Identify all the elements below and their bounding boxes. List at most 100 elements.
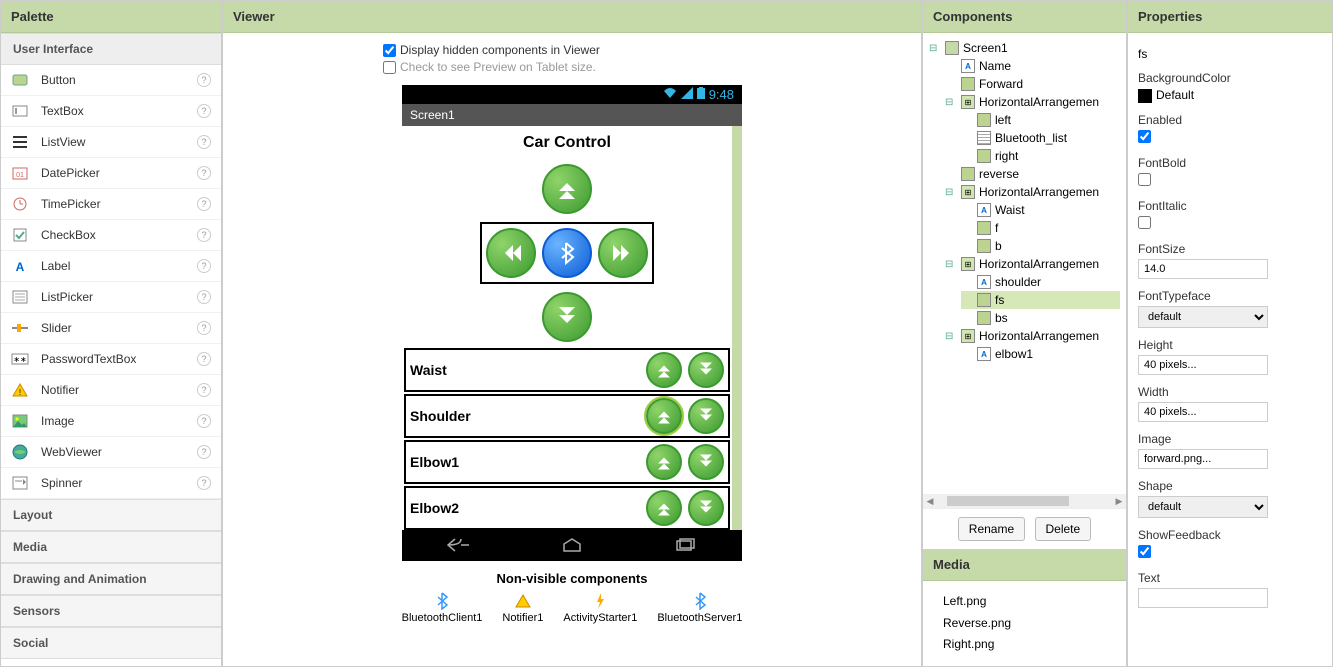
palette-item-webviewer[interactable]: WebViewer? — [1, 437, 221, 468]
palette-item-button[interactable]: Button? — [1, 65, 221, 96]
tree-b[interactable]: b — [961, 237, 1120, 255]
tree-fs[interactable]: fs — [961, 291, 1120, 309]
palette-item-datepicker[interactable]: 01DatePicker? — [1, 158, 221, 189]
palette-item-timepicker[interactable]: TimePicker? — [1, 189, 221, 220]
help-icon[interactable]: ? — [197, 228, 211, 242]
palette-title: Palette — [1, 1, 221, 33]
tree-ha2[interactable]: ⊟⊞HorizontalArrangemen — [945, 183, 1120, 201]
tree-reverse[interactable]: reverse — [945, 165, 1120, 183]
tree-ha1[interactable]: ⊟⊞HorizontalArrangemen — [945, 93, 1120, 111]
prop-width[interactable] — [1138, 402, 1268, 422]
tree-left[interactable]: left — [961, 111, 1120, 129]
tablet-preview-checkbox-row[interactable]: Check to see Preview on Tablet size. — [383, 60, 600, 74]
help-icon[interactable]: ? — [197, 197, 211, 211]
prop-fonttypeface[interactable]: default — [1138, 306, 1268, 328]
tree-elbow1[interactable]: Aelbow1 — [961, 345, 1120, 363]
palette-item-image[interactable]: Image? — [1, 406, 221, 437]
display-hidden-checkbox[interactable] — [383, 44, 396, 57]
tree-f[interactable]: f — [961, 219, 1120, 237]
palette-item-notifier[interactable]: !Notifier? — [1, 375, 221, 406]
help-icon[interactable]: ? — [197, 476, 211, 490]
nonvis-bluetoothserver1[interactable]: BluetoothServer1 — [657, 592, 742, 624]
palette-section-social[interactable]: Social — [1, 627, 221, 659]
nav-recent-icon[interactable] — [673, 538, 697, 555]
joint-up-button[interactable] — [646, 352, 682, 388]
joint-label: Shoulder — [410, 408, 646, 424]
components-hscroll[interactable]: ◀▶ — [923, 494, 1126, 508]
left-button[interactable] — [486, 228, 536, 278]
palette-section-layout[interactable]: Layout — [1, 499, 221, 531]
prop-backgroundcolor[interactable]: Default — [1138, 88, 1322, 103]
palette-item-listpicker[interactable]: ListPicker? — [1, 282, 221, 313]
nonvis-bluetoothclient1[interactable]: BluetoothClient1 — [402, 592, 483, 624]
palette-item-spinner[interactable]: Spinner? — [1, 468, 221, 499]
help-icon[interactable]: ? — [197, 166, 211, 180]
prop-enabled[interactable] — [1138, 130, 1151, 143]
tree-waist[interactable]: AWaist — [961, 201, 1120, 219]
palette-item-checkbox[interactable]: CheckBox? — [1, 220, 221, 251]
delete-button[interactable]: Delete — [1035, 517, 1092, 541]
palette-section-ui[interactable]: User Interface — [1, 33, 221, 65]
tree-shoulder[interactable]: Ashoulder — [961, 273, 1120, 291]
help-icon[interactable]: ? — [197, 445, 211, 459]
joint-down-button[interactable] — [688, 490, 724, 526]
tree-btlist[interactable]: Bluetooth_list — [961, 129, 1120, 147]
palette-item-listview[interactable]: ListView? — [1, 127, 221, 158]
nav-home-icon[interactable] — [560, 538, 584, 555]
right-button[interactable] — [598, 228, 648, 278]
svg-text:∗∗: ∗∗ — [13, 355, 26, 364]
tree-name[interactable]: AName — [945, 57, 1120, 75]
joint-up-button[interactable] — [646, 490, 682, 526]
tree-forward[interactable]: Forward — [945, 75, 1120, 93]
prop-text[interactable] — [1138, 588, 1268, 608]
help-icon[interactable]: ? — [197, 73, 211, 87]
tree-right[interactable]: right — [961, 147, 1120, 165]
joint-down-button[interactable] — [688, 444, 724, 480]
media-file[interactable]: Reverse.png — [943, 613, 1106, 635]
prop-height[interactable] — [1138, 355, 1268, 375]
nonvis-activitystarter1[interactable]: ActivityStarter1 — [563, 592, 637, 624]
prop-fontbold[interactable] — [1138, 173, 1151, 186]
nonvis-notifier1[interactable]: Notifier1 — [502, 592, 543, 624]
tree-ha4[interactable]: ⊟⊞HorizontalArrangemen — [945, 327, 1120, 345]
forward-button[interactable] — [542, 164, 592, 214]
palette-item-slider[interactable]: Slider? — [1, 313, 221, 344]
nonvisible-row: BluetoothClient1 Notifier1 ActivityStarter… — [402, 592, 743, 624]
joint-down-button[interactable] — [688, 352, 724, 388]
tablet-preview-checkbox[interactable] — [383, 61, 396, 74]
help-icon[interactable]: ? — [197, 290, 211, 304]
components-tree[interactable]: ⊟Screen1 AName Forward ⊟⊞HorizontalArran… — [923, 33, 1126, 494]
joint-down-button[interactable] — [688, 398, 724, 434]
prop-showfeedback[interactable] — [1138, 545, 1151, 558]
media-file[interactable]: Right.png — [943, 634, 1106, 656]
tree-ha3[interactable]: ⊟⊞HorizontalArrangemen — [945, 255, 1120, 273]
media-file[interactable]: Left.png — [943, 591, 1106, 613]
palette-section-sensors[interactable]: Sensors — [1, 595, 221, 627]
reverse-button[interactable] — [542, 292, 592, 342]
palette-section-media[interactable]: Media — [1, 531, 221, 563]
tree-screen1[interactable]: ⊟Screen1 — [929, 39, 1120, 57]
prop-fontsize[interactable] — [1138, 259, 1268, 279]
nav-back-icon[interactable] — [447, 538, 471, 555]
help-icon[interactable]: ? — [197, 321, 211, 335]
help-icon[interactable]: ? — [197, 104, 211, 118]
prop-fontitalic[interactable] — [1138, 216, 1151, 229]
help-icon[interactable]: ? — [197, 352, 211, 366]
joint-up-button[interactable] — [646, 444, 682, 480]
help-icon[interactable]: ? — [197, 259, 211, 273]
phone-content[interactable]: Car Control — [402, 126, 742, 530]
bluetooth-button[interactable] — [542, 228, 592, 278]
tree-bs[interactable]: bs — [961, 309, 1120, 327]
help-icon[interactable]: ? — [197, 383, 211, 397]
prop-image[interactable] — [1138, 449, 1268, 469]
help-icon[interactable]: ? — [197, 135, 211, 149]
joint-up-button[interactable] — [646, 398, 682, 434]
palette-item-passwordtextbox[interactable]: ∗∗PasswordTextBox? — [1, 344, 221, 375]
help-icon[interactable]: ? — [197, 414, 211, 428]
palette-item-textbox[interactable]: TextBox? — [1, 96, 221, 127]
prop-shape[interactable]: default — [1138, 496, 1268, 518]
display-hidden-checkbox-row[interactable]: Display hidden components in Viewer — [383, 43, 600, 57]
palette-section-drawing[interactable]: Drawing and Animation — [1, 563, 221, 595]
palette-item-label[interactable]: ALabel? — [1, 251, 221, 282]
rename-button[interactable]: Rename — [958, 517, 1025, 541]
